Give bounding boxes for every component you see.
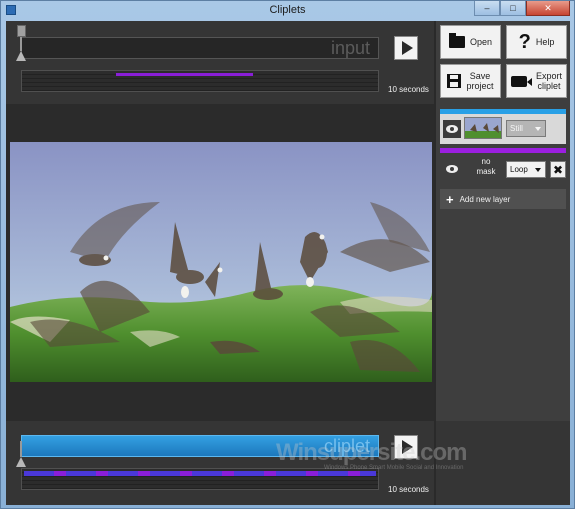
layer-mode-select[interactable]: Loop xyxy=(506,161,546,178)
layer-mode-value: Loop xyxy=(510,165,528,174)
input-play-button[interactable] xyxy=(394,36,418,60)
maximize-button[interactable]: □ xyxy=(500,1,526,16)
help-button[interactable]: ? Help xyxy=(506,25,567,59)
input-track-label: input xyxy=(330,38,370,58)
export-cliplet-button[interactable]: Export cliplet xyxy=(506,64,567,98)
play-icon xyxy=(401,41,413,55)
caption-buttons: – □ ✕ xyxy=(474,1,570,16)
chevron-down-icon xyxy=(535,127,541,131)
scrub-grip[interactable] xyxy=(17,25,26,37)
client-area: input 10 seconds cliplet 10 seconds Open… xyxy=(6,21,570,505)
add-layer-label: Add new layer xyxy=(459,194,511,204)
mask-label: no mask xyxy=(476,157,496,176)
scrub-line xyxy=(20,37,22,51)
loop-range-bar[interactable] xyxy=(116,73,253,76)
input-timeline-track[interactable]: input xyxy=(21,37,379,59)
scrub-pointer[interactable] xyxy=(16,51,26,61)
save-project-label: Save project xyxy=(466,71,494,91)
delete-layer-button[interactable]: ✖ xyxy=(550,161,566,178)
layer-visibility-toggle[interactable] xyxy=(443,120,461,138)
folder-icon xyxy=(448,33,465,48)
layer-color-bar xyxy=(440,109,566,114)
open-label: Open xyxy=(469,37,493,47)
video-camera-icon xyxy=(510,75,532,87)
eye-icon xyxy=(446,125,458,133)
input-scrub-handle[interactable] xyxy=(16,25,26,65)
layer-still[interactable]: Still xyxy=(440,109,566,144)
layer-color-bar xyxy=(440,148,566,153)
video-image xyxy=(10,142,432,382)
export-cliplet-label: Export cliplet xyxy=(535,71,562,91)
input-layer-track[interactable] xyxy=(21,70,379,92)
minimize-button[interactable]: – xyxy=(474,1,500,16)
layer-loop[interactable]: no mask Loop ✖ xyxy=(440,148,566,184)
video-frame[interactable] xyxy=(10,142,432,382)
thumbnail-image xyxy=(465,118,501,138)
chevron-down-icon xyxy=(535,168,541,172)
watermark: Winsupersite.com xyxy=(276,439,467,466)
output-loop-bar[interactable] xyxy=(24,471,376,476)
open-button[interactable]: Open xyxy=(440,25,501,59)
output-layer-track[interactable] xyxy=(21,468,379,490)
help-icon: ? xyxy=(518,31,531,53)
save-project-button[interactable]: Save project xyxy=(440,64,501,98)
output-duration-label: 10 seconds xyxy=(388,485,429,494)
plus-icon: + xyxy=(446,191,454,207)
layer-thumbnail xyxy=(464,117,502,139)
add-layer-button[interactable]: + Add new layer xyxy=(440,189,566,209)
layer-visibility-toggle[interactable] xyxy=(443,160,461,178)
close-button[interactable]: ✕ xyxy=(526,1,570,16)
video-preview-area xyxy=(6,104,434,421)
watermark-subtitle: Windows Phone Smart Mobile Social and In… xyxy=(324,465,464,471)
scrub-line xyxy=(20,441,22,457)
eye-icon xyxy=(446,165,458,173)
title-bar[interactable]: Cliplets – □ ✕ xyxy=(1,1,574,20)
layer-mode-value: Still xyxy=(510,124,523,133)
layer-mode-select[interactable]: Still xyxy=(506,120,546,137)
help-label: Help xyxy=(535,37,555,47)
input-duration-label: 10 seconds xyxy=(388,85,429,94)
app-window: Cliplets – □ ✕ input 10 seconds cliplet … xyxy=(0,0,575,509)
scrub-pointer[interactable] xyxy=(16,457,26,467)
layers-panel: Open ? Help Save project Export cliplet xyxy=(434,21,570,421)
save-icon xyxy=(447,74,462,88)
input-timeline-panel: input 10 seconds xyxy=(6,21,434,104)
